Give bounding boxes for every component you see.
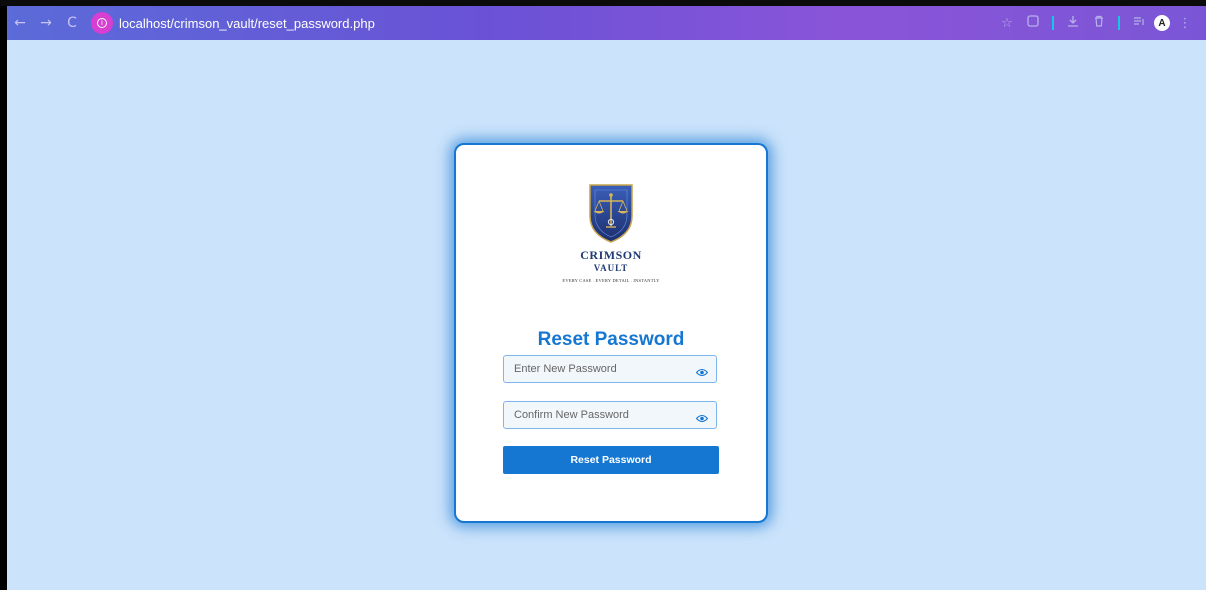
confirm-password-field	[503, 401, 717, 429]
brand-name: CRIMSON	[580, 248, 642, 262]
reset-password-card: CRIMSON VAULT EVERY CASE . EVERY DETAIL …	[454, 143, 768, 523]
download-icon[interactable]	[1062, 15, 1084, 31]
browser-toolbar: ← → C i localhost/crimson_vault/reset_pa…	[7, 6, 1206, 40]
show-confirm-password-eye-icon[interactable]	[695, 410, 709, 428]
reading-list-icon[interactable]	[1128, 15, 1150, 31]
address-bar[interactable]: i localhost/crimson_vault/reset_password…	[91, 11, 375, 35]
page-title: Reset Password	[537, 329, 685, 350]
confirm-password-input[interactable]	[512, 402, 696, 428]
show-password-eye-icon[interactable]	[695, 364, 709, 382]
toolbar-divider	[1052, 16, 1054, 30]
menu-kebab-icon[interactable]: ⋮	[1174, 16, 1196, 31]
reset-password-button[interactable]: Reset Password	[503, 446, 719, 474]
trash-icon[interactable]	[1088, 15, 1110, 31]
forward-icon[interactable]: →	[33, 15, 59, 31]
crimson-vault-logo: CRIMSON VAULT EVERY CASE . EVERY DETAIL …	[456, 182, 766, 283]
brand-tagline: EVERY CASE . EVERY DETAIL . INSTANTLY	[562, 278, 660, 283]
scales-of-justice-shield-icon	[589, 184, 633, 243]
toolbar-right-icons: ☆ A ⋮	[996, 15, 1206, 31]
back-icon[interactable]: ←	[7, 15, 33, 31]
profile-avatar[interactable]: A	[1154, 15, 1170, 31]
toolbar-divider	[1118, 16, 1120, 30]
url-text[interactable]: localhost/crimson_vault/reset_password.p…	[119, 16, 375, 31]
site-info-icon[interactable]: i	[91, 12, 113, 34]
brand-subtitle: VAULT	[593, 263, 629, 273]
new-password-input[interactable]	[512, 356, 696, 382]
page-viewport: CRIMSON VAULT EVERY CASE . EVERY DETAIL …	[7, 40, 1206, 590]
bookmark-star-icon[interactable]: ☆	[996, 16, 1018, 31]
extensions-icon[interactable]	[1022, 15, 1044, 31]
new-password-field	[503, 355, 717, 383]
reload-icon[interactable]: C	[59, 15, 85, 31]
